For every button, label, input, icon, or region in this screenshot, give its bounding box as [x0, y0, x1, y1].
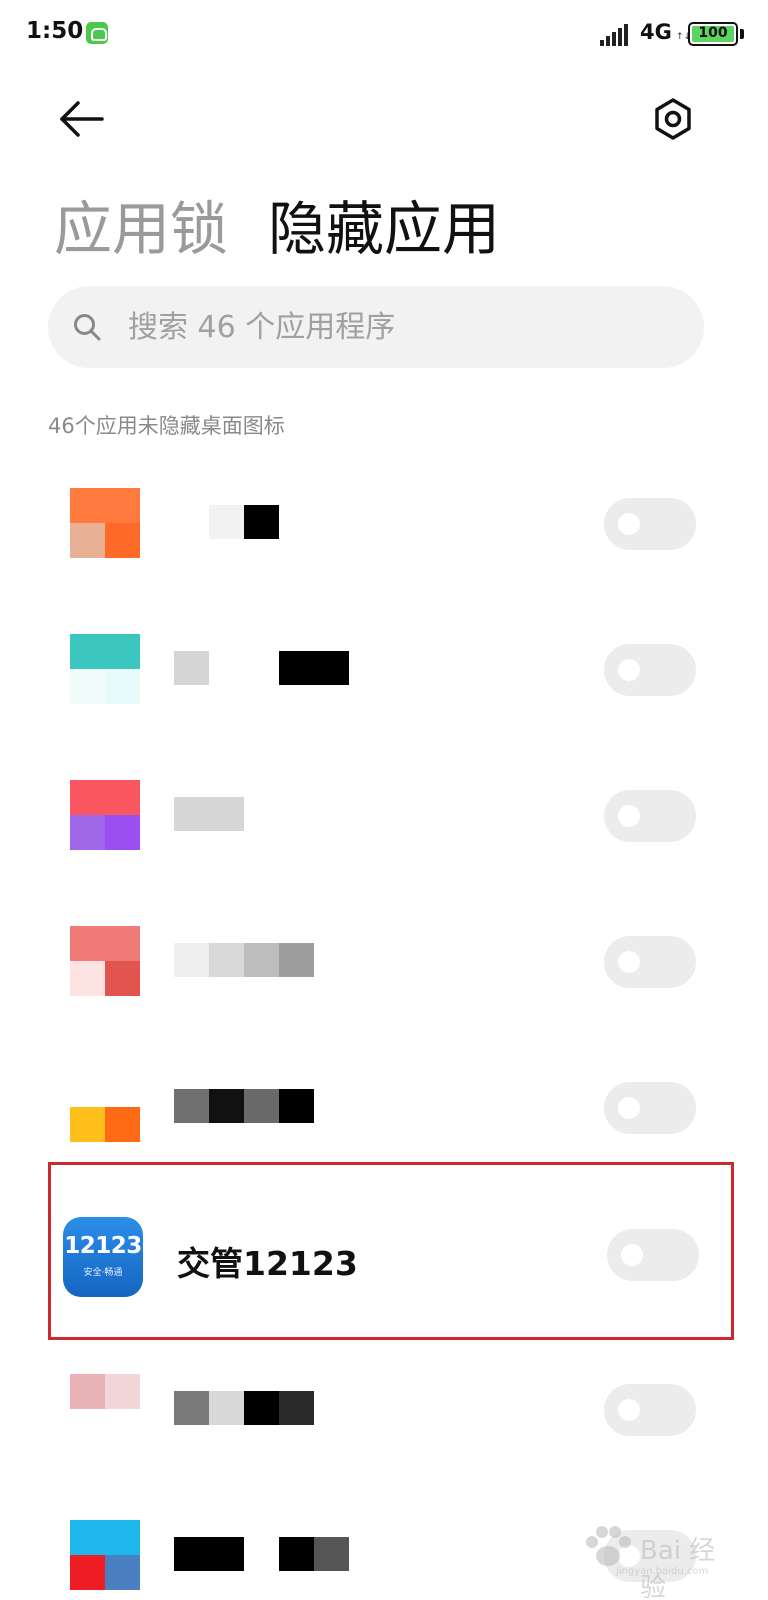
hide-toggle[interactable] [607, 1229, 699, 1281]
battery-level: 100 [698, 25, 728, 41]
battery-icon: 100 [688, 22, 738, 46]
hide-toggle[interactable] [604, 790, 696, 842]
hide-toggle[interactable] [604, 498, 696, 550]
settings-hexagon-icon [655, 98, 691, 140]
toggle-knob [618, 1399, 640, 1421]
hide-toggle[interactable] [604, 936, 696, 988]
network-type: 4G [640, 20, 672, 44]
search-bar[interactable] [48, 286, 704, 368]
app-row-jiaoguan-12123[interactable]: 12123 安全·畅通 交管12123 [48, 1162, 734, 1340]
toggle-knob [618, 951, 640, 973]
paw-logo-icon [586, 1526, 631, 1566]
app-icon [70, 1072, 140, 1142]
status-bar: 1:50 4G ↑↓ 100 [0, 0, 768, 68]
app-icon [70, 488, 140, 558]
toggle-knob [618, 513, 640, 535]
signal-strength-icon [600, 24, 632, 46]
watermark: Bai 经验 jingyan.baidu.com [580, 1518, 740, 1600]
hide-toggle[interactable] [604, 1384, 696, 1436]
battery-cap [740, 29, 744, 39]
app-row[interactable] [48, 742, 734, 888]
app-icon [70, 634, 140, 704]
status-time: 1:50 [26, 18, 84, 44]
watermark-url: jingyan.baidu.com [616, 1566, 709, 1577]
search-input[interactable] [128, 304, 668, 350]
tab-hidden-apps[interactable]: 隐藏应用 [268, 182, 500, 266]
toggle-knob [621, 1244, 643, 1266]
toggle-knob [618, 805, 640, 827]
search-icon [74, 314, 101, 341]
app-row[interactable] [48, 1034, 734, 1180]
hide-toggle[interactable] [604, 644, 696, 696]
app-name: 交管12123 [177, 1244, 358, 1283]
app-icon-12123: 12123 安全·畅通 [63, 1217, 143, 1297]
app-icon [70, 1374, 140, 1444]
section-label: 46个应用未隐藏桌面图标 [48, 414, 285, 438]
toggle-knob [618, 1097, 640, 1119]
app-row[interactable] [48, 1336, 734, 1482]
app-icon [70, 1520, 140, 1590]
hide-toggle[interactable] [604, 1082, 696, 1134]
back-button[interactable] [56, 96, 108, 142]
app-row[interactable] [48, 450, 734, 596]
notification-app-icon [86, 22, 108, 44]
settings-button[interactable] [648, 94, 698, 144]
back-arrow-icon [60, 101, 104, 137]
app-icon [70, 926, 140, 996]
app-row[interactable] [48, 596, 734, 742]
toggle-knob [618, 659, 640, 681]
app-icon-text: 12123 [64, 1233, 142, 1259]
tab-app-lock[interactable]: 应用锁 [54, 182, 228, 266]
app-icon-subtext: 安全·畅通 [83, 1268, 123, 1278]
app-row[interactable] [48, 888, 734, 1034]
app-icon [70, 780, 140, 850]
watermark-text: Bai 经验 [640, 1536, 716, 1600]
